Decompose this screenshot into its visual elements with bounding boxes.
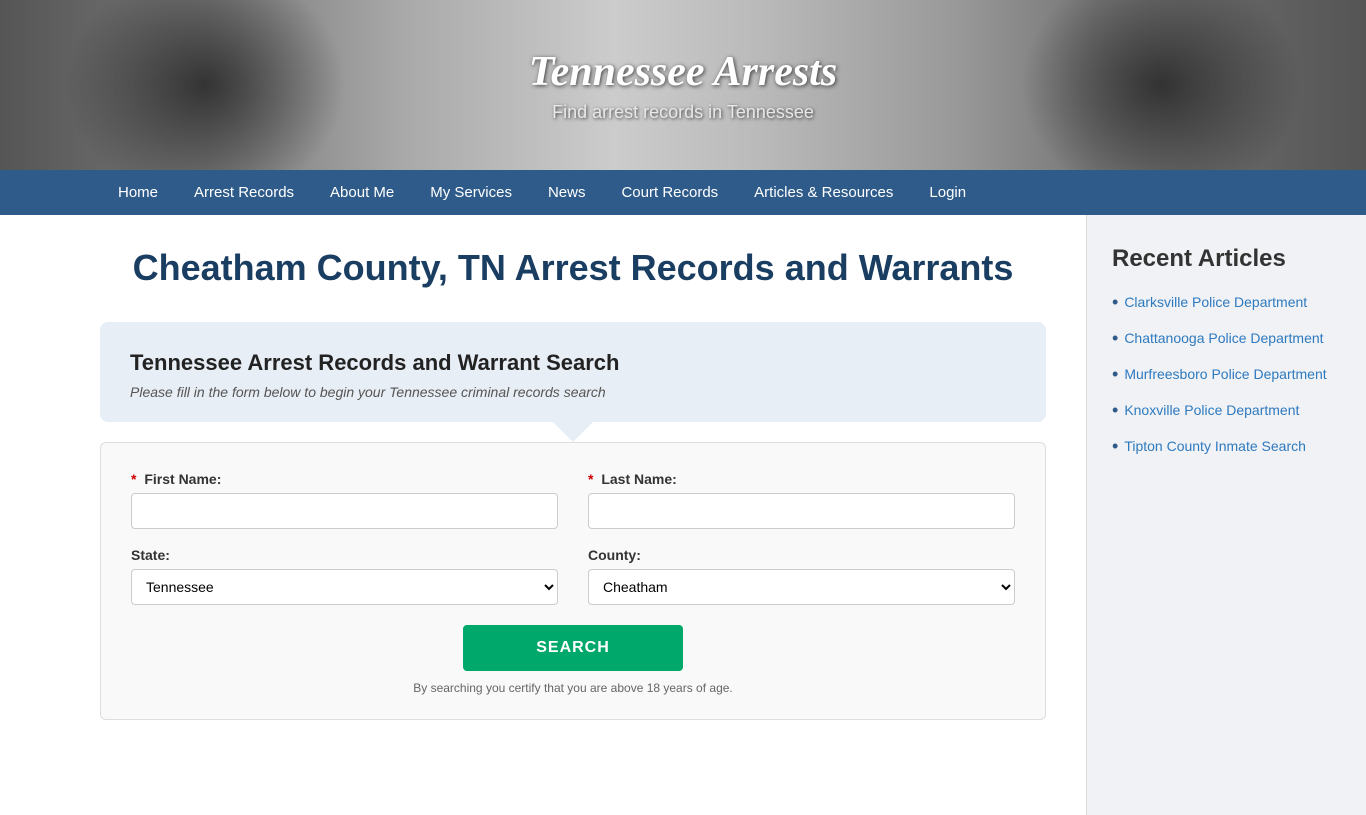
state-group: State: Tennessee: [131, 547, 558, 605]
sidebar: Recent Articles Clarksville Police Depar…: [1086, 215, 1366, 815]
page-body: Cheatham County, TN Arrest Records and W…: [0, 215, 1366, 815]
banner-text: Tennessee Arrests Find arrest records in…: [529, 48, 837, 123]
sidebar-article-link-1[interactable]: Clarksville Police Department: [1124, 293, 1307, 313]
sidebar-article-list: Clarksville Police Department Chattanoog…: [1112, 293, 1341, 457]
main-content: Cheatham County, TN Arrest Records and W…: [0, 215, 1086, 815]
location-row: State: Tennessee County: Cheatham: [131, 547, 1015, 605]
site-title: Tennessee Arrests: [529, 48, 837, 96]
search-button[interactable]: SEARCH: [463, 625, 683, 671]
search-box-title: Tennessee Arrest Records and Warrant Sea…: [130, 350, 1016, 376]
last-name-input[interactable]: [588, 493, 1015, 529]
nav-item-arrest-records[interactable]: Arrest Records: [176, 170, 312, 215]
sidebar-article-link-2[interactable]: Chattanooga Police Department: [1124, 329, 1323, 349]
sidebar-article-link-4[interactable]: Knoxville Police Department: [1124, 401, 1299, 421]
sidebar-article-item: Murfreesboro Police Department: [1112, 365, 1341, 385]
sidebar-article-item: Chattanooga Police Department: [1112, 329, 1341, 349]
form-note: By searching you certify that you are ab…: [131, 681, 1015, 695]
last-name-label: * Last Name:: [588, 471, 1015, 487]
sidebar-article-link-3[interactable]: Murfreesboro Police Department: [1124, 365, 1326, 385]
nav-item-articles[interactable]: Articles & Resources: [736, 170, 911, 215]
nav-item-about-me[interactable]: About Me: [312, 170, 412, 215]
sidebar-article-item: Clarksville Police Department: [1112, 293, 1341, 313]
search-form: * First Name: * Last Name: State:: [100, 442, 1046, 720]
chevron-down-icon: [553, 422, 593, 442]
nav-item-services[interactable]: My Services: [412, 170, 530, 215]
nav-item-login[interactable]: Login: [911, 170, 984, 215]
sidebar-article-item: Tipton County Inmate Search: [1112, 437, 1341, 457]
nav-item-court-records[interactable]: Court Records: [603, 170, 736, 215]
sidebar-article-item: Knoxville Police Department: [1112, 401, 1341, 421]
county-select[interactable]: Cheatham: [588, 569, 1015, 605]
county-group: County: Cheatham: [588, 547, 1015, 605]
state-label: State:: [131, 547, 558, 563]
main-nav: Home Arrest Records About Me My Services…: [0, 170, 1366, 215]
site-banner: Tennessee Arrests Find arrest records in…: [0, 0, 1366, 170]
state-select[interactable]: Tennessee: [131, 569, 558, 605]
name-row: * First Name: * Last Name:: [131, 471, 1015, 529]
page-title: Cheatham County, TN Arrest Records and W…: [100, 245, 1046, 292]
nav-item-news[interactable]: News: [530, 170, 604, 215]
first-name-input[interactable]: [131, 493, 558, 529]
last-name-group: * Last Name:: [588, 471, 1015, 529]
nav-item-home[interactable]: Home: [100, 170, 176, 215]
first-name-label: * First Name:: [131, 471, 558, 487]
first-name-group: * First Name:: [131, 471, 558, 529]
sidebar-article-link-5[interactable]: Tipton County Inmate Search: [1124, 437, 1306, 457]
site-subtitle: Find arrest records in Tennessee: [529, 102, 837, 123]
search-box-header: Tennessee Arrest Records and Warrant Sea…: [100, 322, 1046, 422]
search-box-subtitle: Please fill in the form below to begin y…: [130, 384, 1016, 400]
sidebar-title: Recent Articles: [1112, 245, 1341, 273]
county-label: County:: [588, 547, 1015, 563]
